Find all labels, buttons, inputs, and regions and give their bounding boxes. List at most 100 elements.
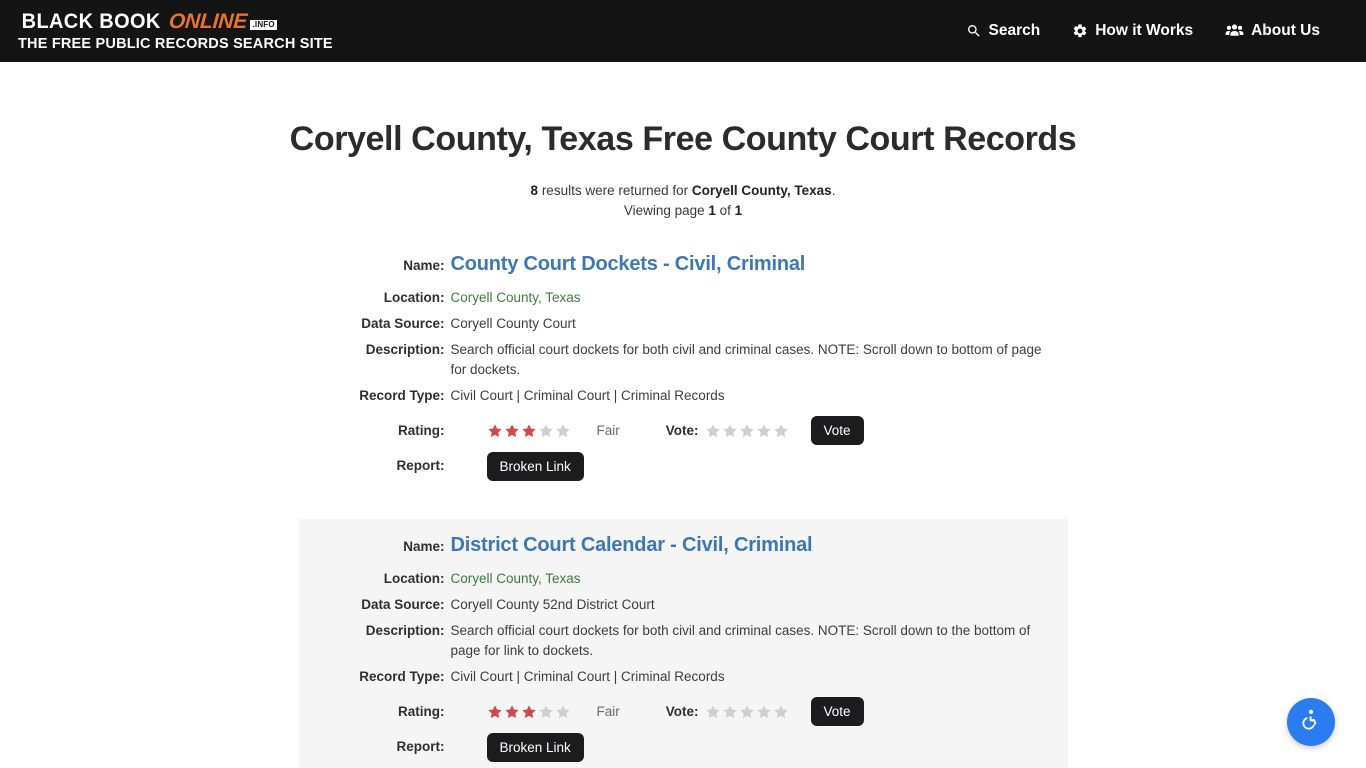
- paging-current: 1: [708, 203, 716, 218]
- label-rating: Rating:: [398, 703, 445, 719]
- users-icon: [1225, 23, 1244, 39]
- vote-star-rating[interactable]: [705, 704, 789, 720]
- record-data-source-value: Coryell County 52nd District Court: [450, 597, 655, 612]
- record-data-source-row: Data Source: Coryell County Court: [299, 314, 1068, 334]
- site-header: BLACK BOOK ONLINE .INFO THE FREE PUBLIC …: [0, 0, 1366, 62]
- label-name: Name:: [403, 258, 445, 273]
- vote-star-rating[interactable]: [705, 423, 789, 439]
- star-empty-icon: [756, 423, 771, 437]
- accessibility-widget-button[interactable]: [1287, 698, 1335, 746]
- record-card: Name: District Court Calendar - Civil, C…: [298, 519, 1068, 768]
- results-text-mid: results were returned for: [538, 183, 692, 198]
- page-title: Coryell County, Texas Free County Court …: [289, 120, 1077, 158]
- label-record-type: Record Type:: [359, 388, 445, 403]
- label-report: Report:: [396, 458, 445, 473]
- star-empty-icon: [538, 423, 553, 437]
- record-data-source-row: Data Source: Coryell County 52nd Distric…: [299, 595, 1068, 615]
- star-empty-icon: [555, 704, 570, 718]
- star-filled-icon: [487, 423, 502, 437]
- paging-total: 1: [734, 203, 743, 218]
- label-description: Description:: [365, 342, 445, 357]
- star-empty-icon: [555, 423, 570, 437]
- logo-online: ONLINE: [168, 9, 249, 33]
- broken-link-button[interactable]: Broken Link: [486, 732, 584, 762]
- record-record-type-row: Record Type: Civil Court | Criminal Cour…: [299, 667, 1068, 687]
- record-name-row: Name: District Court Calendar - Civil, C…: [299, 533, 1068, 559]
- accessibility-wheelchair-icon: [1298, 708, 1324, 737]
- paging-mid: of: [715, 203, 735, 218]
- record-data-source-value: Coryell County Court: [450, 316, 576, 331]
- nav-label-search: Search: [988, 22, 1041, 39]
- logo-tagline: THE FREE PUBLIC RECORDS SEARCH SITE: [18, 35, 333, 52]
- rating-word: Fair: [596, 704, 620, 719]
- label-name: Name:: [403, 539, 445, 554]
- star-empty-icon: [773, 704, 788, 718]
- results-text-end: .: [831, 183, 836, 198]
- vote-button[interactable]: Vote: [810, 697, 864, 726]
- records-list: Name: County Court Dockets - Civil, Crim…: [0, 238, 1366, 768]
- paging-prefix: Viewing page: [623, 203, 709, 218]
- nav-item-search[interactable]: Search: [966, 22, 1041, 40]
- star-empty-icon: [538, 704, 553, 718]
- record-report-row: Report: Broken Link: [299, 451, 1068, 481]
- vote-button[interactable]: Vote: [810, 416, 864, 445]
- record-report-row: Report: Broken Link: [299, 732, 1068, 762]
- record-description-value: Search official court dockets for both c…: [450, 342, 1042, 377]
- label-vote: Vote:: [665, 423, 699, 438]
- star-filled-icon: [487, 704, 502, 718]
- record-card: Name: County Court Dockets - Civil, Crim…: [299, 238, 1068, 503]
- star-empty-icon: [722, 704, 737, 718]
- record-location-link[interactable]: Coryell County, Texas: [451, 571, 581, 586]
- star-filled-icon: [504, 423, 519, 437]
- record-description-value: Search official court dockets for both c…: [450, 623, 1031, 658]
- star-empty-icon: [722, 423, 737, 437]
- star-empty-icon: [705, 423, 720, 437]
- record-location-value: Coryell County, Texas: [451, 569, 581, 589]
- paging-summary: Viewing page 1 of 1: [0, 203, 1366, 218]
- star-filled-icon: [504, 704, 519, 718]
- record-record-type-value: Civil Court | Criminal Court | Criminal …: [450, 669, 725, 684]
- record-description-row: Description: Search official court docke…: [299, 340, 1068, 380]
- logo-black-book: BLACK BOOK: [21, 9, 161, 33]
- star-empty-icon: [756, 704, 771, 718]
- star-empty-icon: [705, 704, 720, 718]
- record-location-row: Location: Coryell County, Texas: [299, 569, 1068, 589]
- nav-item-about-us[interactable]: About Us: [1225, 22, 1320, 40]
- nav-item-how-it-works[interactable]: How it Works: [1072, 22, 1193, 40]
- label-data-source: Data Source:: [361, 316, 445, 331]
- record-record-type-value: Civil Court | Criminal Court | Criminal …: [450, 388, 725, 403]
- results-location: Coryell County, Texas: [691, 183, 832, 198]
- site-logo[interactable]: BLACK BOOK ONLINE .INFO THE FREE PUBLIC …: [18, 9, 333, 52]
- record-description-row: Description: Search official court docke…: [299, 621, 1068, 661]
- search-icon: [966, 23, 982, 39]
- label-vote: Vote:: [665, 704, 699, 719]
- record-rating-row: Rating: Fair Vote: Vote: [299, 697, 1068, 726]
- record-name-link[interactable]: District Court Calendar - Civil, Crimina…: [451, 533, 813, 557]
- results-count: 8: [530, 183, 539, 198]
- star-empty-icon: [773, 423, 788, 437]
- record-location-link[interactable]: Coryell County, Texas: [451, 290, 581, 305]
- record-location-row: Location: Coryell County, Texas: [299, 288, 1068, 308]
- star-empty-icon: [739, 704, 754, 718]
- label-description: Description:: [365, 623, 445, 638]
- label-location: Location:: [383, 571, 445, 586]
- label-record-type: Record Type:: [359, 669, 445, 684]
- logo-info-tld: .INFO: [250, 19, 277, 30]
- rating-stars: [487, 704, 571, 720]
- rating-stars: [487, 423, 571, 439]
- label-location: Location:: [383, 290, 445, 305]
- label-data-source: Data Source:: [361, 597, 445, 612]
- logo-wordmark: BLACK BOOK ONLINE .INFO: [18, 9, 333, 33]
- record-location-value: Coryell County, Texas: [451, 288, 581, 308]
- rating-word: Fair: [596, 423, 620, 438]
- star-filled-icon: [521, 704, 536, 718]
- record-record-type-row: Record Type: Civil Court | Criminal Cour…: [299, 386, 1068, 406]
- star-filled-icon: [521, 423, 536, 437]
- record-name-link[interactable]: County Court Dockets - Civil, Criminal: [451, 252, 806, 276]
- label-report: Report:: [396, 739, 445, 754]
- results-summary: 8 results were returned for Coryell Coun…: [0, 183, 1366, 198]
- record-rating-row: Rating: Fair Vote: Vote: [299, 416, 1068, 445]
- main-navigation: Search How it Works About Us: [966, 22, 1348, 40]
- gear-icon: [1072, 23, 1088, 39]
- broken-link-button[interactable]: Broken Link: [486, 451, 584, 481]
